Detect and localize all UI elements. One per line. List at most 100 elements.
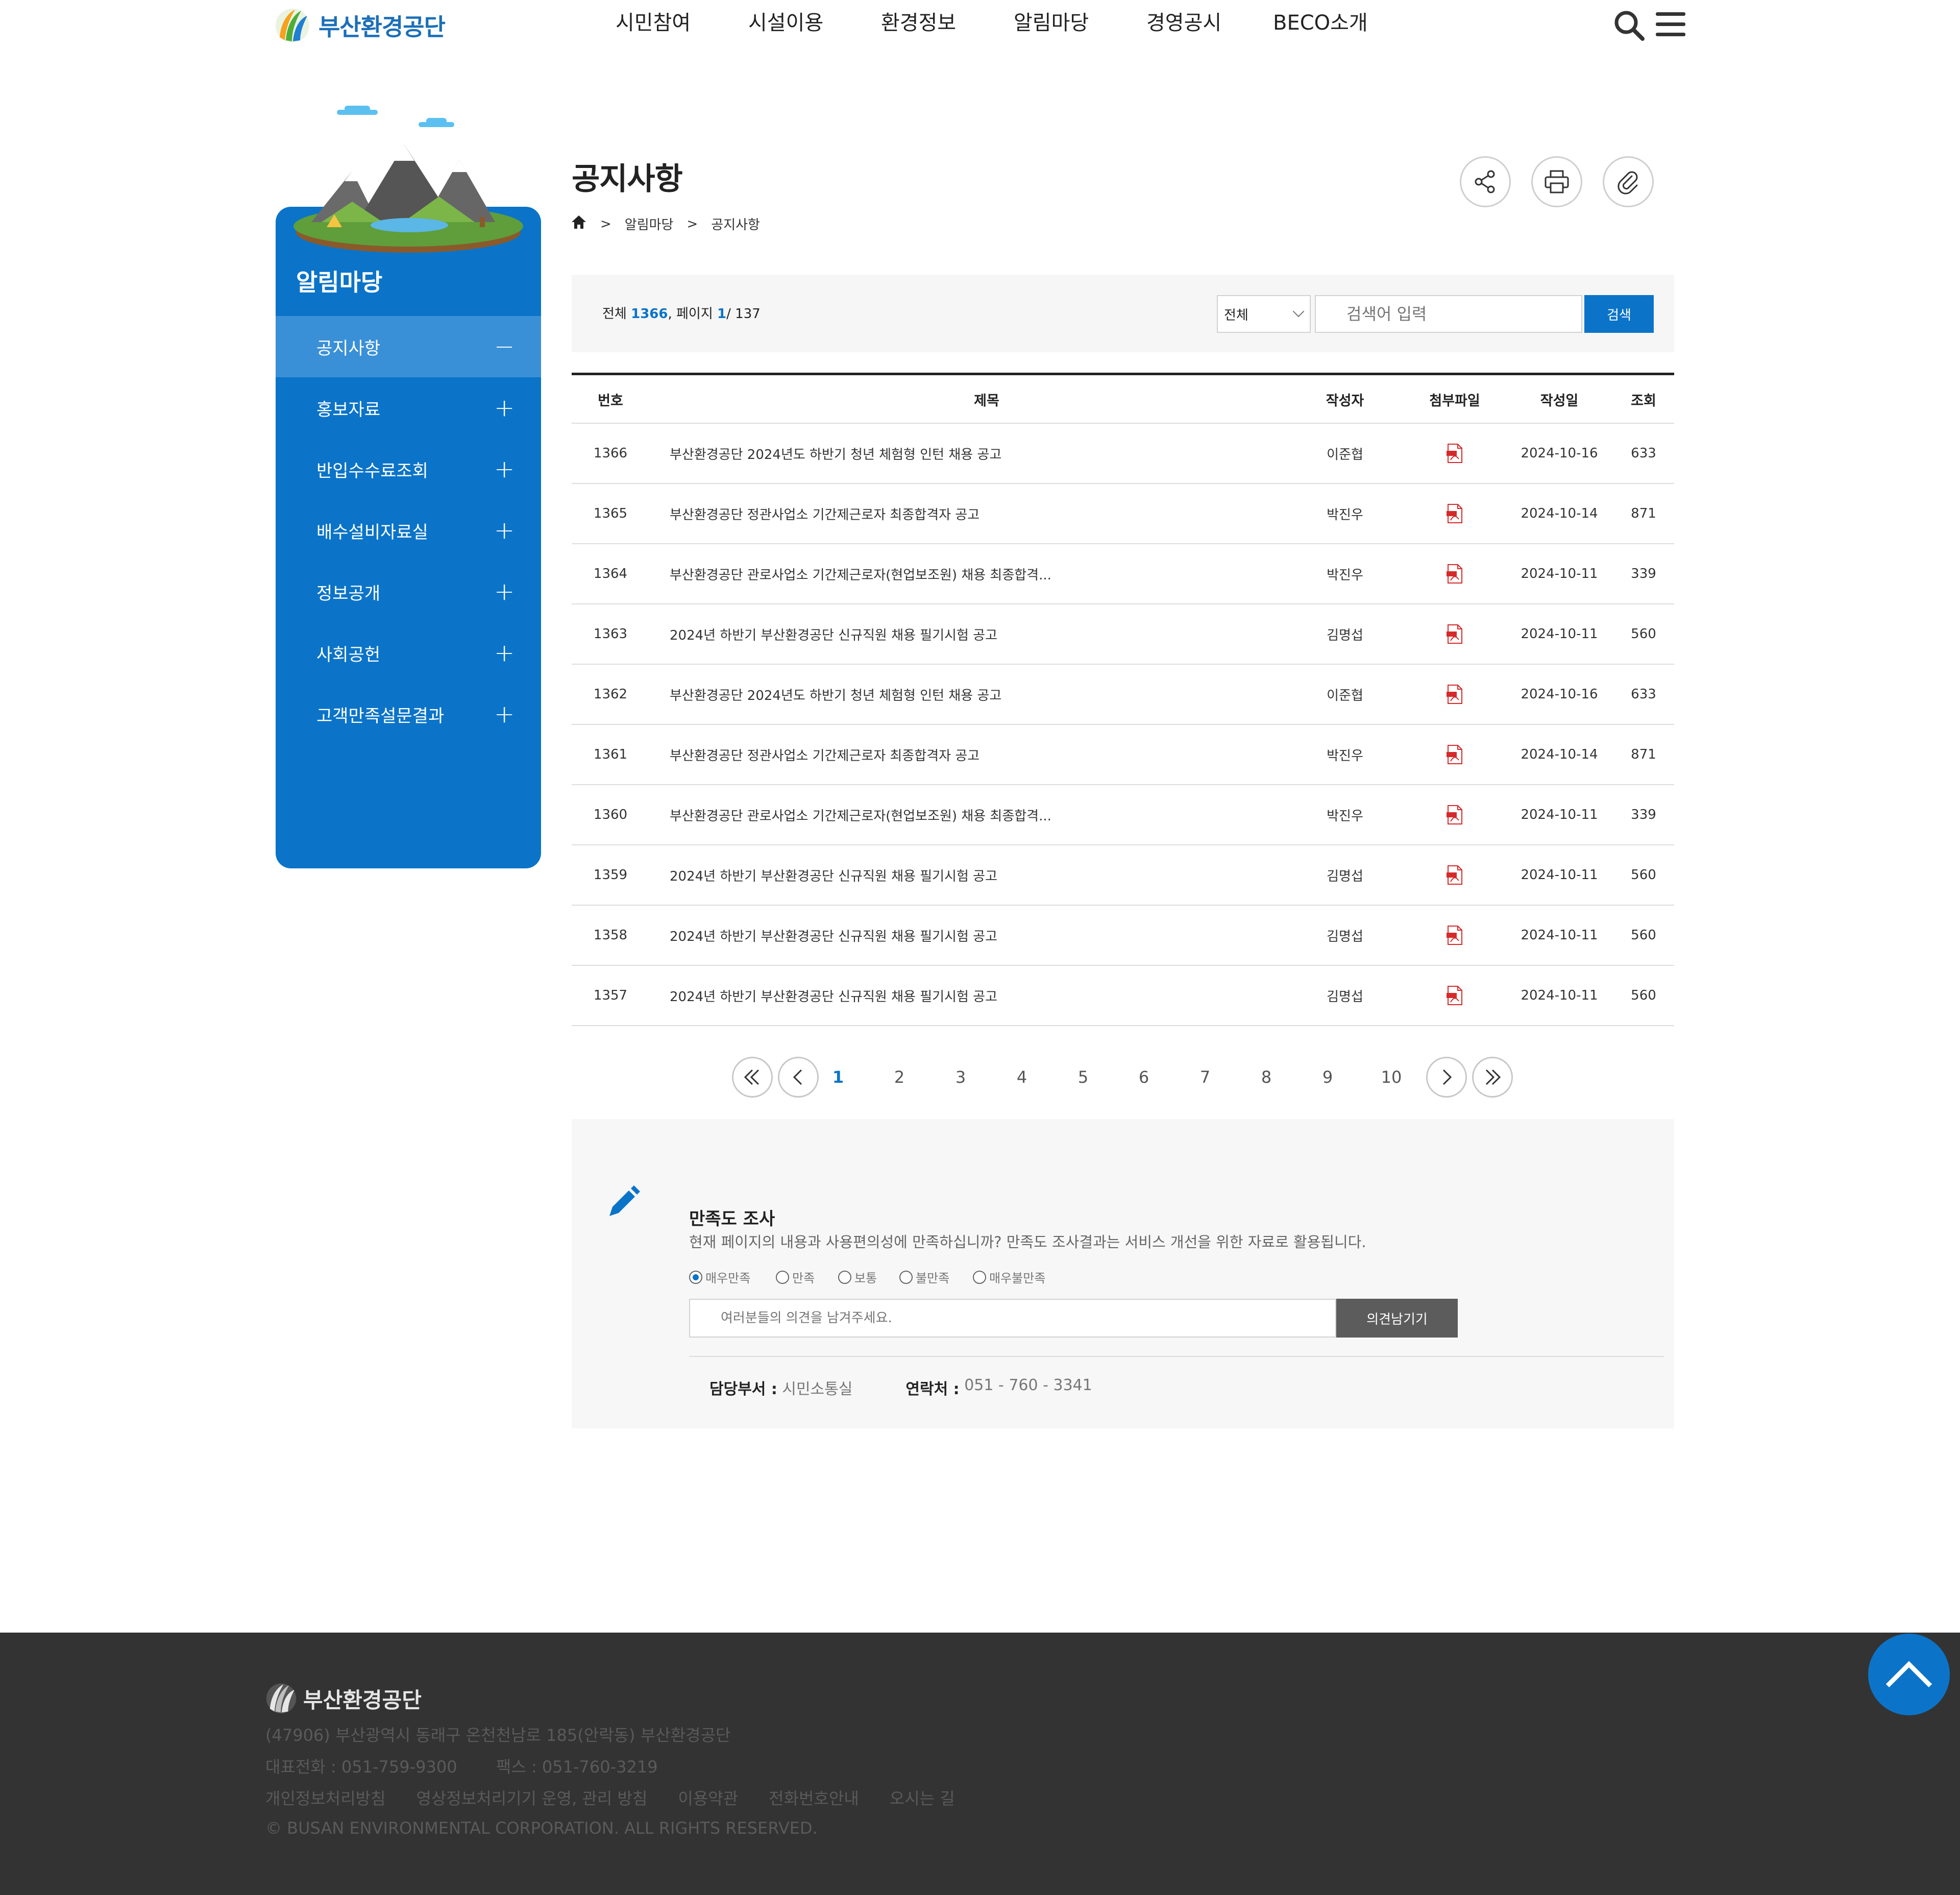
sidebar-item-pr[interactable]: 홍보자료 + (276, 377, 541, 439)
cell-title[interactable]: 부산환경공단 관로사업소 기간제근로자(현업보조원) 채용 최종합격... (670, 544, 1282, 603)
cell-title[interactable]: 부산환경공단 정관사업소 기간제근로자 최종합격자 공고 (670, 725, 1282, 784)
table-row[interactable]: 1361 부산환경공단 정관사업소 기간제근로자 최종합격자 공고 박진우 2024-… (572, 725, 1674, 785)
pdf-icon (1447, 444, 1462, 463)
pdf-icon (1447, 865, 1462, 885)
share-button[interactable] (1460, 156, 1511, 207)
search-icon[interactable] (1613, 9, 1646, 42)
cell-attachment[interactable] (1404, 785, 1506, 844)
survey-description: 현재 페이지의 내용과 사용편의성에 만족하십니까? 만족도 조사결과는 서비스… (689, 1233, 1366, 1251)
cell-title[interactable]: 부산환경공단 관로사업소 기간제근로자(현업보조원) 채용 최종합격... (670, 785, 1282, 844)
cell-date: 2024-10-14 (1521, 747, 1598, 762)
radio-label: 보통 (854, 1271, 877, 1285)
radio-very-satisfied[interactable]: 매우만족 (689, 1268, 750, 1286)
cell-attachment[interactable] (1404, 484, 1506, 543)
breadcrumb-item[interactable]: 공지사항 (711, 214, 760, 233)
sidebar-item-drainage[interactable]: 배수설비자료실 + (276, 500, 541, 561)
gnb-item-environment[interactable]: 환경정보 (881, 6, 956, 36)
table-row[interactable]: 1362 부산환경공단 2024년도 하반기 청년 체험형 인턴 채용 공고 이준협… (572, 665, 1674, 725)
next-page-button[interactable] (1426, 1057, 1467, 1098)
page-number[interactable]: 4 (1007, 1057, 1037, 1098)
home-icon[interactable] (571, 214, 587, 233)
gnb-item-facility[interactable]: 시설이용 (748, 6, 823, 36)
page-number[interactable]: 5 (1068, 1057, 1098, 1098)
survey-contact: 담당부서 : 시민소통실 연락처 : 051 - 760 - 3341 (709, 1376, 1092, 1399)
cell-no: 1364 (593, 566, 628, 581)
page-number[interactable]: 10 (1376, 1057, 1407, 1098)
radio-dissatisfied[interactable]: 불만족 (899, 1268, 949, 1286)
footer-link-directions[interactable]: 오시는 길 (890, 1786, 955, 1809)
print-button[interactable] (1531, 156, 1582, 207)
cell-title[interactable]: 2024년 하반기 부산환경공단 신규직원 채용 필기시험 공고 (670, 906, 1282, 965)
cell-title[interactable]: 부산환경공단 정관사업소 기간제근로자 최종합격자 공고 (670, 484, 1282, 543)
prev-page-button[interactable] (778, 1057, 819, 1098)
table-row[interactable]: 1365 부산환경공단 정관사업소 기간제근로자 최종합격자 공고 박진우 2024-… (572, 484, 1674, 544)
scroll-top-button[interactable] (1868, 1634, 1950, 1715)
table-row[interactable]: 1363 2024년 하반기 부산환경공단 신규직원 채용 필기시험 공고 김명섭 2… (572, 604, 1674, 665)
cell-title[interactable]: 부산환경공단 2024년도 하반기 청년 체험형 인턴 채용 공고 (670, 665, 1282, 724)
last-page-button[interactable] (1472, 1057, 1513, 1098)
page-number[interactable]: 6 (1129, 1057, 1159, 1098)
cell-views: 339 (1631, 566, 1656, 581)
expand-icon: + (494, 577, 515, 606)
opinion-submit-button[interactable]: 의견남기기 (1336, 1299, 1458, 1338)
gnb-item-notice[interactable]: 알림마당 (1014, 6, 1089, 36)
sidebar-item-social[interactable]: 사회공헌 + (276, 622, 541, 684)
table-row[interactable]: 1357 2024년 하반기 부산환경공단 신규직원 채용 필기시험 공고 김명섭 2… (572, 966, 1674, 1026)
page-number[interactable]: 2 (884, 1057, 915, 1098)
cell-no: 1363 (593, 626, 628, 642)
page-number[interactable]: 8 (1251, 1057, 1282, 1098)
radio-very-dissatisfied[interactable]: 매우불만족 (973, 1268, 1045, 1286)
attachment-button[interactable] (1603, 156, 1654, 207)
sidebar-item-fee[interactable]: 반입수수료조회 + (276, 439, 541, 500)
cell-attachment[interactable] (1404, 966, 1506, 1025)
radio-neutral[interactable]: 보통 (838, 1268, 877, 1286)
footer-copyright: © BUSAN ENVIRONMENTAL CORPORATION. ALL R… (265, 1818, 818, 1838)
cell-attachment[interactable] (1404, 725, 1506, 784)
footer-phone: 대표전화 : 051-759-9300 (265, 1757, 457, 1777)
cell-attachment[interactable] (1404, 544, 1506, 603)
satisfaction-survey: 만족도 조사 현재 페이지의 내용과 사용편의성에 만족하십니까? 만족도 조사… (572, 1119, 1674, 1428)
footer-link-privacy[interactable]: 개인정보처리방침 (265, 1786, 386, 1809)
share-icon (1475, 170, 1495, 193)
cell-attachment[interactable] (1404, 424, 1506, 483)
sidebar-item-notice[interactable]: 공지사항 − (276, 316, 541, 377)
cell-title[interactable]: 2024년 하반기 부산환경공단 신규직원 채용 필기시험 공고 (670, 845, 1282, 905)
gnb-item-citizen[interactable]: 시민참여 (616, 6, 691, 36)
table-row[interactable]: 1366 부산환경공단 2024년도 하반기 청년 체험형 인턴 채용 공고 이준협… (572, 424, 1674, 484)
sidebar-item-info[interactable]: 정보공개 + (276, 561, 541, 622)
search-button[interactable]: 검색 (1584, 295, 1654, 333)
footer-link-cctv[interactable]: 영상정보처리기기 운영, 관리 방침 (416, 1786, 648, 1809)
page-number[interactable]: 3 (945, 1057, 976, 1098)
cell-views: 633 (1631, 687, 1656, 702)
table-row[interactable]: 1359 2024년 하반기 부산환경공단 신규직원 채용 필기시험 공고 김명섭 2… (572, 845, 1674, 906)
table-row[interactable]: 1358 2024년 하반기 부산환경공단 신규직원 채용 필기시험 공고 김명섭 2… (572, 906, 1674, 966)
table-row[interactable]: 1360 부산환경공단 관로사업소 기간제근로자(현업보조원) 채용 최종합격..… (572, 785, 1674, 845)
cell-attachment[interactable] (1404, 906, 1506, 965)
site-logo[interactable]: 부산환경공단 (275, 7, 446, 44)
cell-title[interactable]: 2024년 하반기 부산환경공단 신규직원 채용 필기시험 공고 (670, 604, 1282, 664)
page-number[interactable]: 9 (1312, 1057, 1343, 1098)
cell-attachment[interactable] (1404, 665, 1506, 724)
sidebar-item-survey[interactable]: 고객만족설문결과 + (276, 684, 541, 745)
breadcrumb-item[interactable]: 알림마당 (625, 214, 674, 233)
radio-satisfied[interactable]: 만족 (776, 1268, 815, 1286)
cell-attachment[interactable] (1404, 604, 1506, 664)
first-page-button[interactable] (732, 1057, 773, 1098)
double-chevron-right-icon (1485, 1069, 1501, 1085)
sidebar-item-label: 배수설비자료실 (316, 522, 428, 543)
footer-link-phonebook[interactable]: 전화번호안내 (769, 1786, 859, 1809)
cell-attachment[interactable] (1404, 845, 1506, 905)
hamburger-menu-icon[interactable] (1656, 12, 1685, 40)
cell-title[interactable]: 부산환경공단 2024년도 하반기 청년 체험형 인턴 채용 공고 (670, 424, 1282, 483)
sidebar-title: 알림마당 (296, 269, 383, 296)
opinion-input[interactable] (689, 1299, 1336, 1338)
search-input[interactable] (1315, 295, 1582, 333)
table-row[interactable]: 1364 부산환경공단 관로사업소 기간제근로자(현업보조원) 채용 최종합격..… (572, 544, 1674, 604)
gnb-item-management[interactable]: 경영공시 (1146, 6, 1221, 36)
search-category-select[interactable]: 전체 (1217, 295, 1311, 333)
page-number[interactable]: 1 (823, 1057, 853, 1098)
page-number[interactable]: 7 (1190, 1057, 1220, 1098)
cell-title[interactable]: 2024년 하반기 부산환경공단 신규직원 채용 필기시험 공고 (670, 966, 1282, 1025)
footer-link-terms[interactable]: 이용약관 (678, 1786, 738, 1809)
gnb-item-beco[interactable]: BECO소개 (1273, 6, 1368, 36)
